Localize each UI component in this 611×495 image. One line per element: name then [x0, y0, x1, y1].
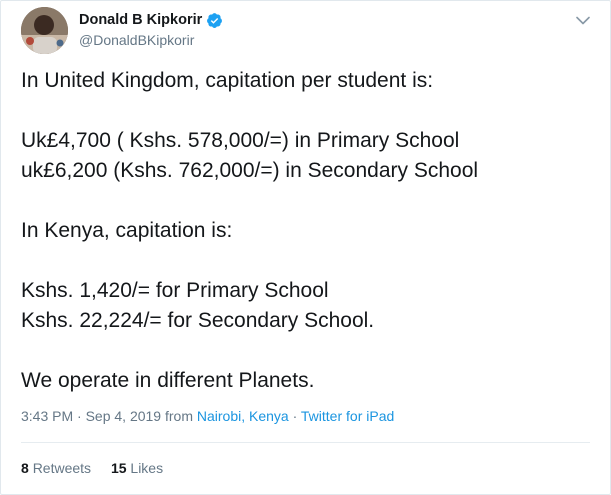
tweet-text: In United Kingdom, capitation per studen…: [21, 66, 586, 396]
tweet-line: Kshs. 22,224/= for Secondary School.: [21, 309, 375, 332]
tweet-line: In Kenya, capitation is:: [21, 219, 233, 242]
divider: [21, 442, 590, 443]
tweet-line: We operate in different Planets.: [21, 369, 315, 392]
location-link[interactable]: Nairobi, Kenya: [197, 408, 289, 424]
user-handle[interactable]: @DonaldBKipkorir: [79, 32, 223, 48]
retweets-count: 8: [21, 460, 29, 476]
verified-badge-icon: [206, 12, 223, 29]
avatar[interactable]: [21, 7, 68, 54]
tweet-meta: 3:43 PM · Sep 4, 2019 from Nairobi, Keny…: [21, 408, 394, 424]
tweet-line: In United Kingdom, capitation per studen…: [21, 69, 434, 92]
chevron-down-icon[interactable]: [574, 11, 592, 29]
likes-stat[interactable]: 15 Likes: [111, 460, 163, 476]
meta-separator: ·: [292, 408, 298, 424]
tweet-card: Donald B Kipkorir @DonaldBKipkorir In Un…: [0, 0, 611, 495]
likes-label: Likes: [130, 460, 164, 476]
display-name[interactable]: Donald B Kipkorir: [79, 12, 202, 28]
likes-count: 15: [110, 460, 127, 476]
retweets-label: Retweets: [32, 460, 92, 476]
tweet-line: uk£6,200 (Kshs. 762,000/=) in Secondary …: [21, 159, 479, 182]
retweets-stat[interactable]: 8 Retweets: [21, 460, 95, 476]
tweet-header: Donald B Kipkorir @DonaldBKipkorir: [21, 5, 596, 55]
source-link[interactable]: Twitter for iPad: [301, 408, 394, 424]
tweet-line: Uk£4,700 ( Kshs. 578,000/=) in Primary S…: [21, 129, 460, 152]
tweet-stats: 8 Retweets 15 Likes: [21, 460, 179, 476]
timestamp[interactable]: 3:43 PM · Sep 4, 2019 from: [21, 408, 193, 424]
tweet-line: Kshs. 1,420/= for Primary School: [21, 279, 329, 302]
user-identity: Donald B Kipkorir @DonaldBKipkorir: [79, 11, 223, 48]
name-row: Donald B Kipkorir: [79, 11, 223, 29]
